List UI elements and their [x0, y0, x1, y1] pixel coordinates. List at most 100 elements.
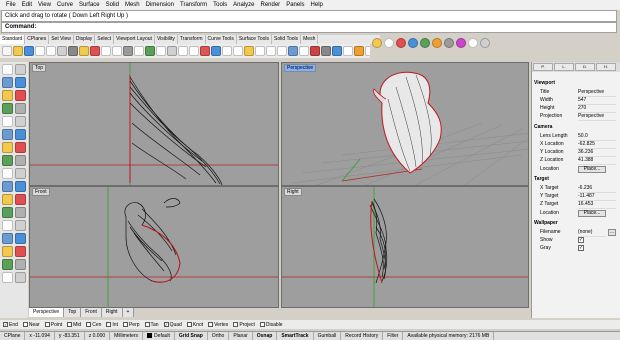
left-tool-18-icon[interactable] [15, 168, 26, 179]
left-tool-27-icon[interactable] [2, 233, 13, 244]
left-tool-9-icon[interactable] [2, 116, 13, 127]
zloc-field[interactable]: 41.388 [578, 157, 616, 165]
display-tool-10-icon[interactable] [480, 38, 490, 48]
osnap-mid-checkbox[interactable] [67, 322, 73, 327]
ortho-toggle[interactable]: Ortho [208, 332, 230, 340]
left-tool-21-icon[interactable] [2, 194, 13, 205]
left-tool-19-icon[interactable] [2, 181, 13, 192]
left-tool-10-icon[interactable] [15, 116, 26, 127]
toolbar-tool-3-icon[interactable] [24, 46, 34, 56]
planar-toggle[interactable]: Planar [229, 332, 253, 340]
place-target-button[interactable]: Place... [578, 210, 606, 217]
left-tool-25-icon[interactable] [2, 220, 13, 231]
osnap-quad[interactable]: ✓ Quad [163, 322, 182, 328]
menu-dimension[interactable]: Dimension [143, 0, 177, 10]
osnap-knot-checkbox[interactable] [186, 322, 192, 327]
left-tool-6-icon[interactable] [15, 90, 26, 101]
tab-display[interactable]: D. [575, 63, 595, 71]
toolbar-tool-2-icon[interactable] [13, 46, 23, 56]
cplane-indicator[interactable]: CPlane [0, 332, 26, 340]
ztgt-field[interactable]: 16.453 [578, 201, 616, 209]
osnap-vertex[interactable]: Vertex [208, 322, 228, 328]
tab-perspective[interactable]: Perspective [29, 308, 65, 317]
menu-file[interactable]: File [3, 0, 19, 10]
osnap-end[interactable]: ✓ End [3, 322, 18, 328]
toolbar-tool-10-icon[interactable] [101, 46, 111, 56]
projection-select[interactable]: Perspective [578, 113, 616, 121]
osnap-cen[interactable]: Cen [86, 322, 101, 328]
toolbar-tab-transform[interactable]: Transform [178, 35, 206, 44]
viewport-label-front[interactable]: Front [32, 188, 50, 196]
record-history-toggle[interactable]: Record History [341, 332, 384, 340]
viewport-front[interactable]: Front [29, 186, 279, 308]
menu-curve[interactable]: Curve [54, 0, 76, 10]
units-indicator[interactable]: Millimeters [110, 332, 144, 340]
tab-front[interactable]: Front [81, 308, 102, 317]
left-tool-5-icon[interactable] [2, 90, 13, 101]
viewport-label-top[interactable]: Top [32, 64, 47, 72]
left-tool-20-icon[interactable] [15, 181, 26, 192]
toolbar-tool-21-icon[interactable] [222, 46, 232, 56]
tab-properties[interactable]: P. [533, 63, 553, 71]
toolbar-tab-standard[interactable]: Standard [0, 35, 26, 44]
left-tool-28-icon[interactable] [15, 233, 26, 244]
left-tool-12-icon[interactable] [15, 129, 26, 140]
osnap-tan-checkbox[interactable] [144, 322, 150, 327]
tab-right[interactable]: Right [101, 308, 123, 317]
menu-solid[interactable]: Solid [103, 0, 122, 10]
xtgt-field[interactable]: -6.236 [578, 185, 616, 193]
width-field[interactable]: 547 [578, 97, 616, 105]
toolbar-tool-13-icon[interactable] [134, 46, 144, 56]
left-tool-13-icon[interactable] [2, 142, 13, 153]
toolbar-tool-33-icon[interactable] [354, 46, 364, 56]
viewport-perspective[interactable]: Perspective [281, 62, 529, 186]
osnap-point[interactable]: Point [44, 322, 62, 328]
toolbar-tab-viewport-layout[interactable]: Viewport Layout [114, 35, 155, 44]
filename-field[interactable]: (none) [578, 229, 606, 237]
toolbar-tab-set-view[interactable]: Set View [49, 35, 74, 44]
osnap-tan[interactable]: Tan [144, 322, 159, 328]
left-tool-16-icon[interactable] [15, 155, 26, 166]
toolbar-tool-9-icon[interactable] [90, 46, 100, 56]
toolbar-tool-25-icon[interactable] [266, 46, 276, 56]
toolbar-tool-11-icon[interactable] [112, 46, 122, 56]
osnap-mid[interactable]: Mid [67, 322, 81, 328]
left-tool-2-icon[interactable] [15, 64, 26, 75]
display-tool-5-icon[interactable] [420, 38, 430, 48]
toolbar-tool-15-icon[interactable] [156, 46, 166, 56]
xloc-field[interactable]: -62.825 [578, 141, 616, 149]
left-tool-24-icon[interactable] [15, 207, 26, 218]
viewport-top[interactable]: Top [29, 62, 279, 186]
left-tool-23-icon[interactable] [2, 207, 13, 218]
osnap-knot[interactable]: Knot [186, 322, 203, 328]
toolbar-tool-29-icon[interactable] [310, 46, 320, 56]
osnap-disable[interactable]: Disable [259, 322, 283, 328]
command-input[interactable]: Command: [1, 22, 617, 33]
tab-layers[interactable]: L. [554, 63, 574, 71]
menu-edit[interactable]: Edit [19, 0, 35, 10]
left-tool-26-icon[interactable] [15, 220, 26, 231]
toolbar-tool-31-icon[interactable] [332, 46, 342, 56]
left-tool-17-icon[interactable] [2, 168, 13, 179]
toolbar-tool-17-icon[interactable] [178, 46, 188, 56]
toolbar-tool-12-icon[interactable] [123, 46, 133, 56]
toolbar-tool-4-icon[interactable] [35, 46, 45, 56]
toolbar-tool-5-icon[interactable] [46, 46, 56, 56]
left-tool-32-icon[interactable] [15, 259, 26, 270]
left-tool-30-icon[interactable] [15, 246, 26, 257]
left-tool-7-icon[interactable] [2, 103, 13, 114]
toolbar-tool-14-icon[interactable] [145, 46, 155, 56]
osnap-perp-checkbox[interactable] [122, 322, 128, 327]
smarttrack-toggle[interactable]: SmartTrack [277, 332, 314, 340]
toolbar-tool-22-icon[interactable] [233, 46, 243, 56]
left-tool-29-icon[interactable] [2, 246, 13, 257]
osnap-end-checkbox[interactable]: ✓ [3, 322, 8, 327]
menu-transform[interactable]: Transform [177, 0, 210, 10]
toolbar-tool-34-icon[interactable] [365, 46, 370, 56]
display-tool-2-icon[interactable] [384, 38, 394, 48]
toolbar-tab-surface-tools[interactable]: Surface Tools [237, 35, 273, 44]
height-field[interactable]: 270 [578, 105, 616, 113]
toolbar-tool-23-icon[interactable] [244, 46, 254, 56]
toolbar-tab-select[interactable]: Select [95, 35, 115, 44]
osnap-int-checkbox[interactable] [106, 322, 112, 327]
